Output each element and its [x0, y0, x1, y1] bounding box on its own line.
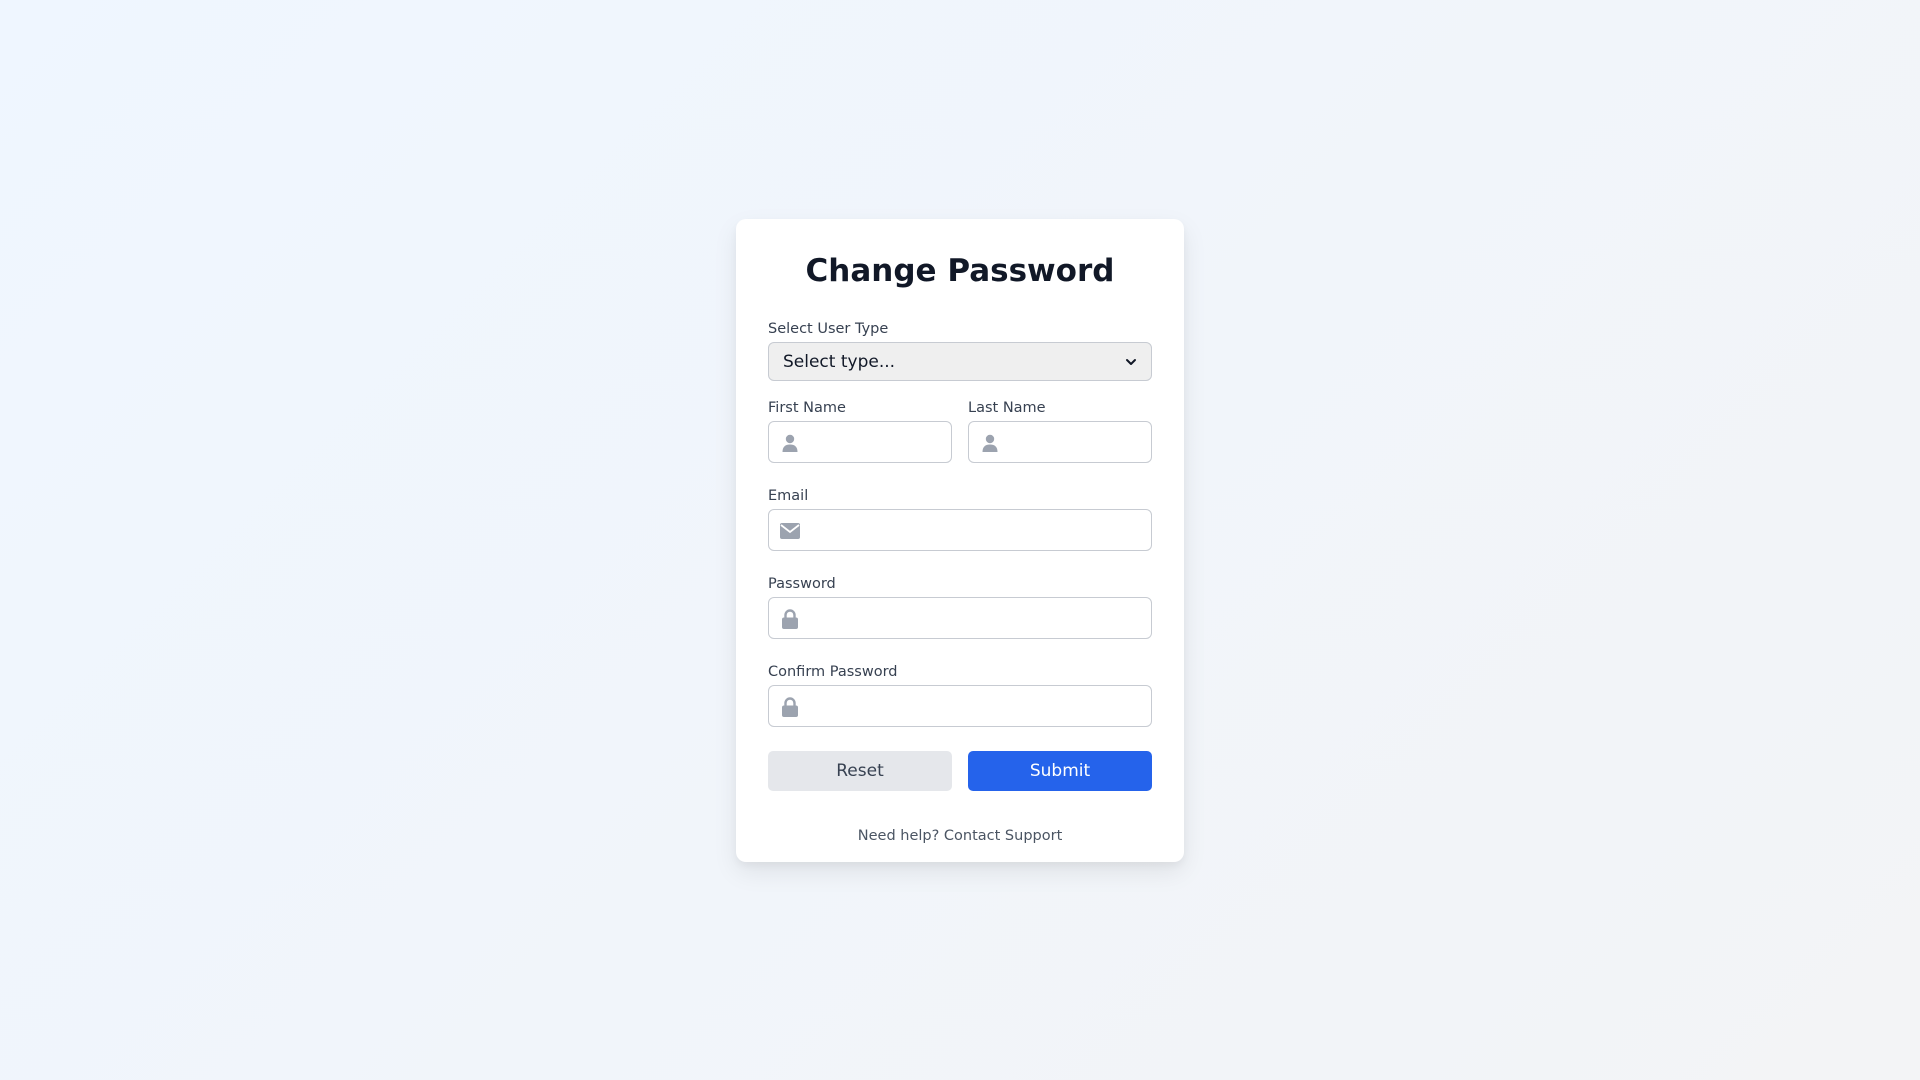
submit-button[interactable]: Submit	[968, 751, 1152, 791]
chevron-down-icon	[1126, 358, 1136, 365]
reset-button[interactable]: Reset	[768, 751, 952, 791]
lock-icon	[780, 697, 800, 717]
last-name-field: Last Name	[968, 399, 1152, 463]
lock-icon	[780, 609, 800, 629]
email-label: Email	[768, 488, 809, 504]
email-input[interactable]	[769, 510, 1151, 550]
password-input[interactable]	[769, 598, 1151, 638]
confirm-password-input-wrapper	[768, 685, 1152, 727]
email-field: Email	[768, 487, 1152, 551]
user-type-label: Select User Type	[768, 321, 889, 337]
confirm-password-input[interactable]	[769, 686, 1151, 726]
contact-support-link[interactable]: Contact Support	[944, 828, 1062, 844]
email-input-wrapper	[768, 509, 1152, 551]
confirm-password-field: Confirm Password	[768, 663, 1152, 727]
first-name-label: First Name	[768, 400, 846, 416]
password-label: Password	[768, 576, 836, 592]
page-title: Change Password	[805, 253, 1115, 289]
change-password-card: Change Password Select User Type Select …	[736, 219, 1184, 862]
first-name-field: First Name	[768, 399, 952, 463]
envelope-icon	[780, 521, 800, 541]
help-prompt: Need help?	[857, 828, 940, 844]
password-input-wrapper	[768, 597, 1152, 639]
last-name-label: Last Name	[968, 400, 1046, 416]
user-type-select[interactable]: Select type...	[768, 342, 1152, 381]
last-name-input-wrapper	[968, 421, 1152, 463]
user-icon	[780, 433, 800, 453]
button-row: Reset Submit	[768, 751, 1152, 791]
user-icon	[980, 433, 1000, 453]
user-type-selected-value: Select type...	[783, 351, 896, 372]
help-text: Need help? Contact Support	[768, 828, 1152, 844]
first-name-input-wrapper	[768, 421, 952, 463]
user-type-field: Select User Type Select type...	[768, 320, 1152, 381]
confirm-password-label: Confirm Password	[768, 664, 898, 680]
password-field: Password	[768, 575, 1152, 639]
name-row: First Name Last Name	[768, 399, 1152, 487]
